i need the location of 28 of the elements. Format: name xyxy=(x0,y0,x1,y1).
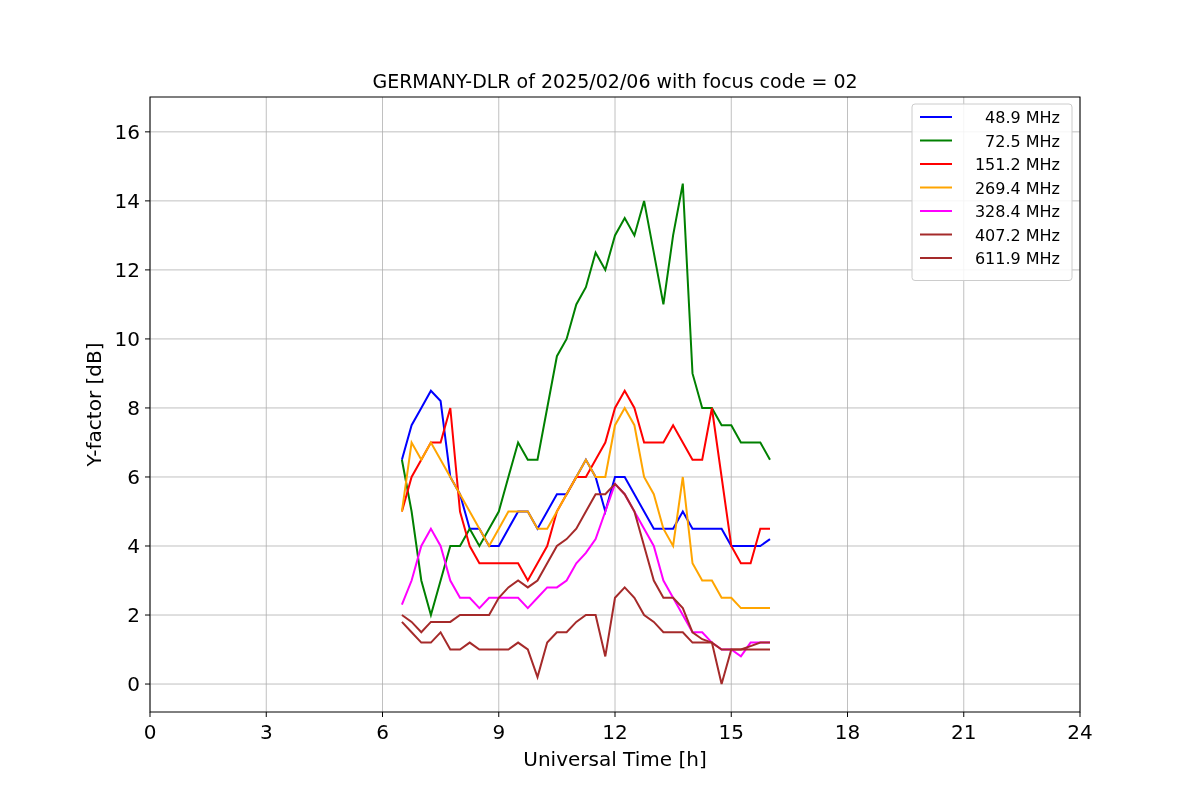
legend-label: 72.5 MHz xyxy=(985,131,1060,151)
axis-tick-label: 0 xyxy=(127,672,140,697)
axis-tick-label: 8 xyxy=(127,395,140,420)
axis-tick-label: 0 xyxy=(143,720,157,744)
axis-tick-label: 21 xyxy=(951,720,977,744)
legend-label: 151.2 MHz xyxy=(974,155,1060,174)
legend-label: 611.9 MHz xyxy=(974,249,1060,268)
y-axis-label: Y-factor [dB] xyxy=(82,342,106,467)
legend-label: 328.4 MHz xyxy=(974,202,1060,221)
chart-title: GERMANY-DLR of 2025/02/06 with focus code = 02 xyxy=(372,70,858,92)
axis-tick-label: 24 xyxy=(1067,720,1093,744)
axis-tick-label: 9 xyxy=(492,720,506,744)
axis-tick-label: 12 xyxy=(602,720,628,744)
axis-tick-label: 14 xyxy=(114,188,140,213)
axis-tick-label: 2 xyxy=(127,603,140,627)
axis-tick-label: 18 xyxy=(834,720,861,744)
axis-tick-label: 4 xyxy=(127,534,140,558)
axis-tick-label: 12 xyxy=(114,257,140,282)
axis-tick-label: 10 xyxy=(114,326,140,351)
legend-label: 48.9 MHz xyxy=(985,108,1060,127)
axis-tick-label: 15 xyxy=(718,720,744,744)
legend-label: 407.2 MHz xyxy=(974,225,1060,245)
axis-tick-label: 6 xyxy=(127,464,140,489)
x-axis-label: Universal Time [h] xyxy=(523,747,707,771)
axis-tick-label: 3 xyxy=(259,720,273,744)
axis-tick-label: 16 xyxy=(114,119,140,144)
legend-label: 269.4 MHz xyxy=(974,178,1060,198)
axis-tick-label: 6 xyxy=(376,720,389,744)
